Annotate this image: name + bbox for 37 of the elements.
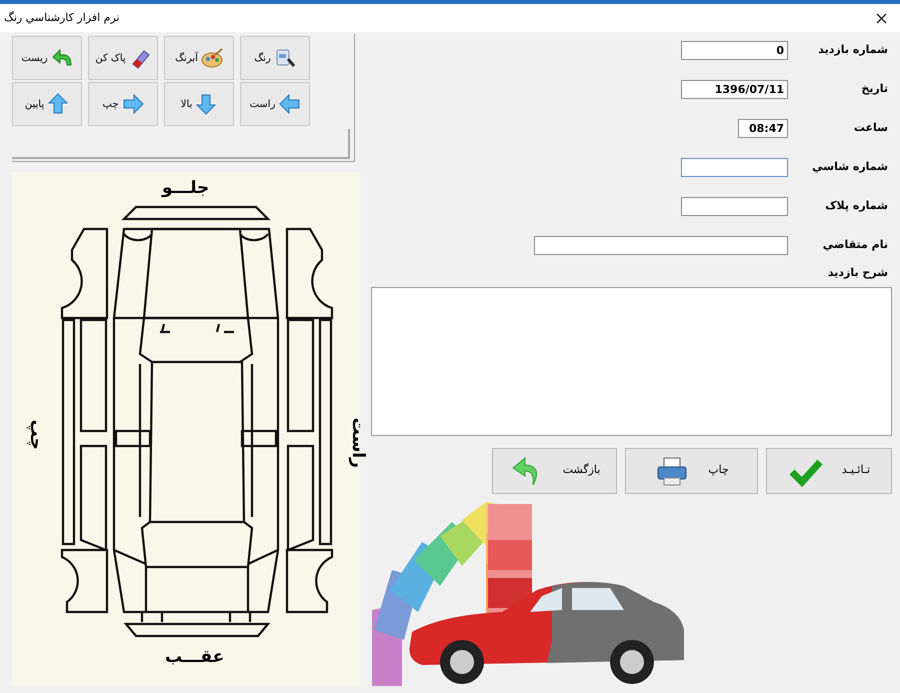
text-field[interactable]: 0 bbox=[681, 41, 788, 60]
right-label: راست bbox=[346, 418, 369, 468]
tool-button[interactable]: پاک کن bbox=[88, 36, 158, 80]
field-label: ساعت bbox=[852, 120, 889, 136]
arrow-right-icon bbox=[122, 93, 144, 115]
arrow-up-icon bbox=[47, 93, 70, 115]
window-title: نرم افزار کارشناسي رنگ bbox=[3, 10, 120, 26]
tool-button[interactable]: ریست bbox=[12, 36, 82, 80]
tool-button[interactable]: پایین bbox=[12, 82, 82, 126]
text-field[interactable] bbox=[681, 197, 788, 216]
visit-description-field[interactable] bbox=[371, 286, 892, 436]
text-field[interactable]: 1396/07/11 bbox=[681, 80, 788, 99]
action-button[interactable]: تـائـیـد bbox=[766, 448, 892, 494]
close-icon bbox=[876, 12, 886, 24]
arrow-down-icon bbox=[195, 93, 218, 115]
text-field[interactable]: 08:47 bbox=[738, 119, 788, 138]
palette-icon bbox=[200, 47, 223, 69]
tool-button[interactable]: رنگ bbox=[240, 36, 310, 80]
rear-label: عقـــب bbox=[165, 646, 224, 669]
field-label: نام متقاضي bbox=[822, 237, 889, 254]
text-field[interactable] bbox=[681, 158, 788, 177]
field-label: شماره بازدید bbox=[817, 42, 889, 58]
field-label: شرح بازدید bbox=[828, 265, 888, 281]
left-label: چپ bbox=[24, 420, 47, 450]
action-button[interactable]: بازگشت bbox=[492, 448, 617, 494]
text-field[interactable] bbox=[534, 236, 788, 255]
field-label: شماره شاسي bbox=[811, 159, 889, 176]
field-label: تاریخ bbox=[860, 81, 889, 98]
paint-can-icon bbox=[274, 47, 296, 69]
tool-button[interactable]: چپ bbox=[88, 82, 158, 126]
front-label: جلـــو bbox=[162, 177, 210, 200]
field-label: شماره پلاک bbox=[824, 198, 889, 214]
arrow-left-icon bbox=[278, 93, 300, 115]
action-button[interactable]: چاپ bbox=[625, 448, 758, 494]
tool-button[interactable]: آبرنگ bbox=[164, 36, 234, 80]
tool-button[interactable]: بالا bbox=[164, 82, 234, 126]
tool-button[interactable]: راست bbox=[240, 82, 310, 126]
